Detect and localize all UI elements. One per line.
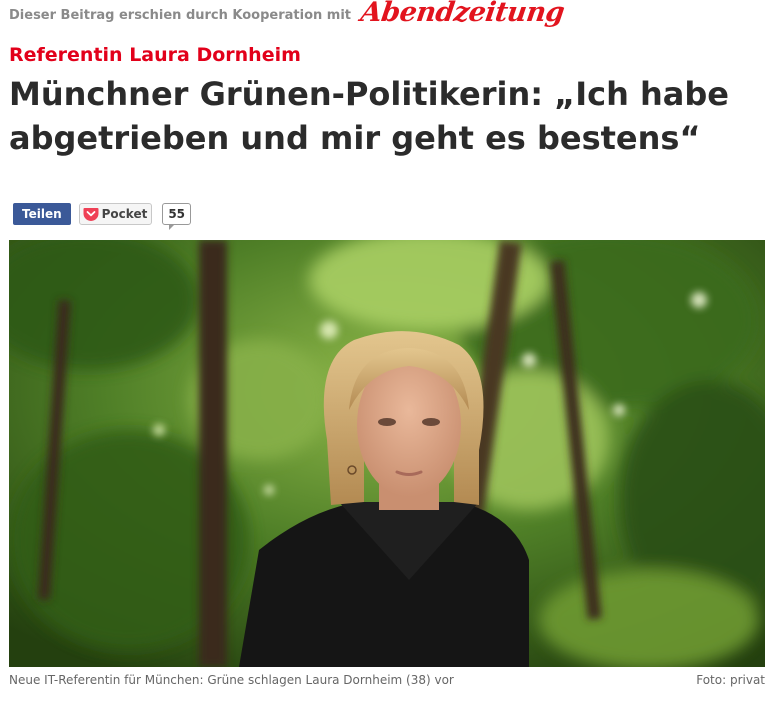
photo-caption: Neue IT-Referentin für München: Grüne sc… (9, 673, 454, 687)
photo-caption-row: Neue IT-Referentin für München: Grüne sc… (9, 673, 765, 687)
facebook-share-button[interactable]: Teilen (13, 203, 71, 225)
pocket-button[interactable]: Pocket (78, 203, 153, 225)
pocket-label: Pocket (101, 207, 148, 221)
cooperation-banner: Dieser Beitrag erschien durch Kooperatio… (9, 0, 566, 30)
article-headline: Münchner Grünen-Politikerin: „Ich habe a… (9, 75, 729, 157)
comment-count-badge[interactable]: 55 (162, 203, 192, 230)
abendzeitung-logo[interactable]: Abendzeitung (359, 0, 566, 28)
article-photo[interactable] (9, 240, 765, 667)
article-kicker: Referentin Laura Dornheim (9, 44, 301, 66)
cooperation-text: Dieser Beitrag erschien durch Kooperatio… (9, 7, 352, 23)
portrait-photo (9, 240, 765, 667)
pocket-icon (83, 208, 99, 221)
share-bar: Teilen Pocket 55 (13, 203, 192, 230)
photo-credit: Foto: privat (696, 673, 765, 687)
